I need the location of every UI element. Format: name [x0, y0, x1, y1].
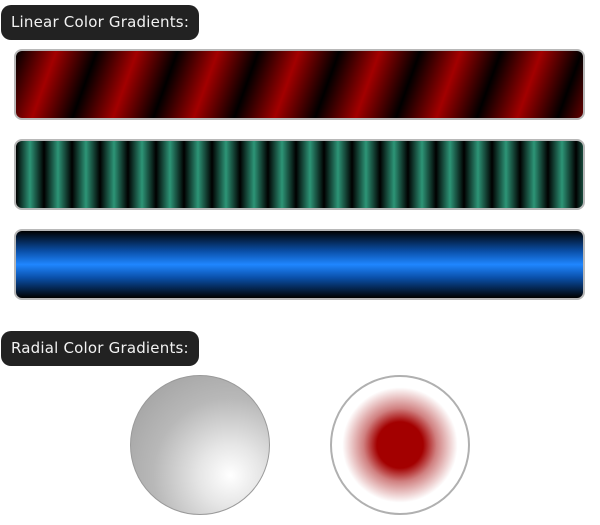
- blue-band-gradient-bar: [14, 229, 585, 300]
- gray-radial-gradient-circle: [130, 375, 270, 515]
- red-radial-gradient-circle: [330, 375, 470, 515]
- red-stripe-gradient-bar: [14, 49, 585, 120]
- linear-gradients-label: Linear Color Gradients:: [1, 5, 200, 40]
- radial-gradients-label: Radial Color Gradients:: [1, 331, 199, 366]
- teal-stripe-gradient-bar: [14, 139, 585, 210]
